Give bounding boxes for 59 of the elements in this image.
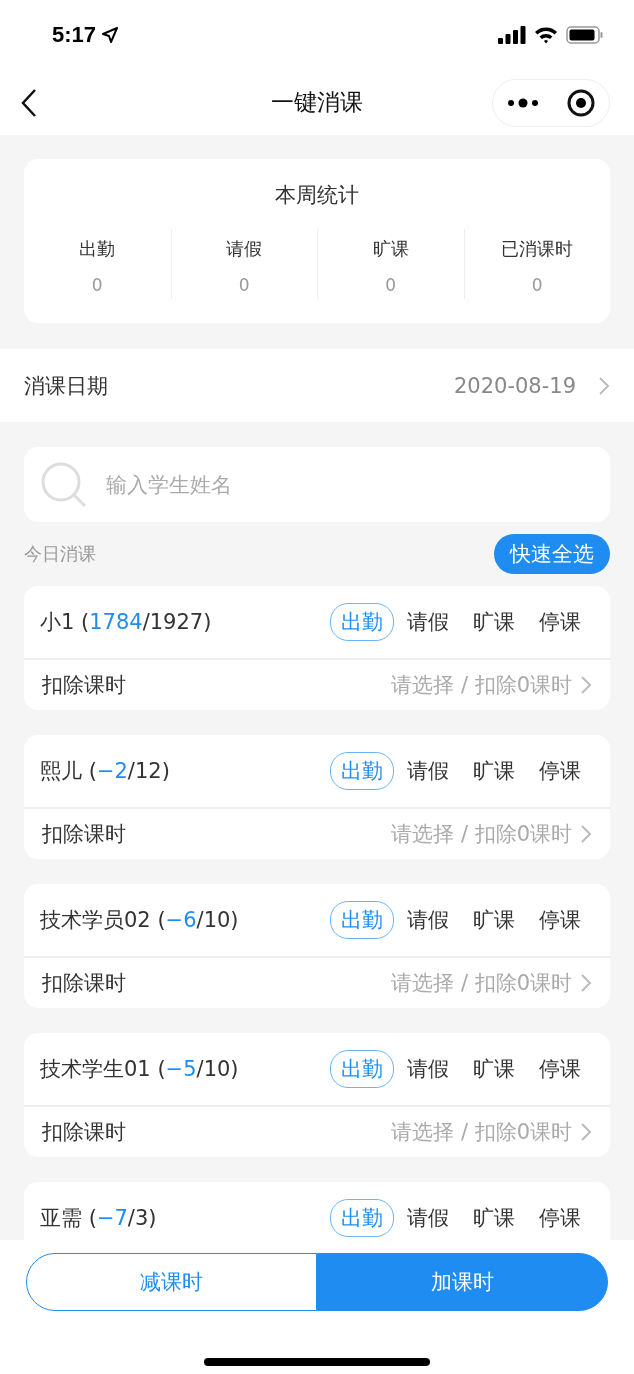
close-target-icon[interactable] (567, 88, 595, 117)
deduct-label: 扣除课时 (42, 970, 126, 997)
deduct-label: 扣除课时 (42, 1119, 126, 1146)
more-icon[interactable] (507, 97, 539, 108)
attendance-option[interactable]: 出勤 (330, 603, 394, 641)
student-name: 亚需 (−7/3) (40, 1205, 157, 1232)
student-name: 技术学生01 (−5/10) (40, 1056, 239, 1083)
stats-title: 本周统计 (275, 183, 359, 207)
date-value: 2020-08-19 (453, 373, 576, 398)
signal-icon (498, 26, 526, 44)
attendance-option[interactable]: 出勤 (330, 901, 394, 939)
wifi-icon (534, 26, 558, 44)
attendance-option[interactable]: 停课 (528, 1199, 592, 1237)
chevron-right-icon (580, 824, 592, 844)
search-box[interactable]: 输入学生姓名 (24, 447, 610, 522)
chevron-right-icon (580, 675, 592, 695)
deduct-label: 扣除课时 (42, 672, 126, 699)
attendance-option[interactable]: 旷课 (462, 1050, 526, 1088)
attendance-option[interactable]: 请假 (396, 1050, 460, 1088)
attendance-option[interactable]: 请假 (396, 752, 460, 790)
stat-label: 旷课 (372, 237, 409, 261)
battery-icon (566, 26, 604, 44)
attendance-option[interactable]: 旷课 (462, 901, 526, 939)
stat-value: 0 (238, 275, 250, 295)
clock-time: 5:17 (52, 22, 97, 48)
stat-label: 已消课时 (501, 237, 574, 261)
student-name: 熙儿 (−2/12) (40, 758, 170, 785)
attendance-option[interactable]: 旷课 (462, 1199, 526, 1237)
attendance-option[interactable]: 旷课 (462, 603, 526, 641)
attendance-option[interactable]: 请假 (396, 1199, 460, 1237)
attendance-option[interactable]: 停课 (528, 901, 592, 939)
chevron-right-icon (580, 973, 592, 993)
attendance-option[interactable]: 停课 (528, 752, 592, 790)
location-arrow-icon (102, 27, 119, 43)
student-name: 小1 (1784/1927) (40, 609, 212, 636)
attendance-option[interactable]: 出勤 (330, 1050, 394, 1088)
search-icon (40, 460, 88, 509)
date-row[interactable]: 消课日期 2020-08-19 (0, 349, 634, 422)
page-title: 一键消课 (271, 88, 363, 117)
attendance-option[interactable]: 出勤 (330, 752, 394, 790)
deduct-label: 扣除课时 (42, 821, 126, 848)
date-label: 消课日期 (24, 372, 108, 400)
attendance-option[interactable]: 旷课 (462, 752, 526, 790)
stat-label: 请假 (226, 237, 263, 261)
stat-value: 0 (91, 275, 103, 295)
section-title: 今日消课 (24, 542, 96, 566)
attendance-option[interactable]: 请假 (396, 901, 460, 939)
chevron-right-icon (598, 375, 610, 396)
stat-value: 0 (385, 275, 397, 295)
search-field[interactable]: 输入学生姓名 (104, 471, 594, 498)
attendance-option[interactable]: 停课 (528, 603, 592, 641)
back-icon[interactable] (20, 87, 38, 118)
attendance-option[interactable]: 请假 (396, 603, 460, 641)
stat-label: 出勤 (79, 237, 116, 261)
attendance-option[interactable]: 出勤 (330, 1199, 394, 1237)
attendance-option[interactable]: 停课 (528, 1050, 592, 1088)
student-name: 技术学员02 (−6/10) (40, 907, 239, 934)
chevron-right-icon (580, 1122, 592, 1142)
stat-value: 0 (531, 275, 543, 295)
